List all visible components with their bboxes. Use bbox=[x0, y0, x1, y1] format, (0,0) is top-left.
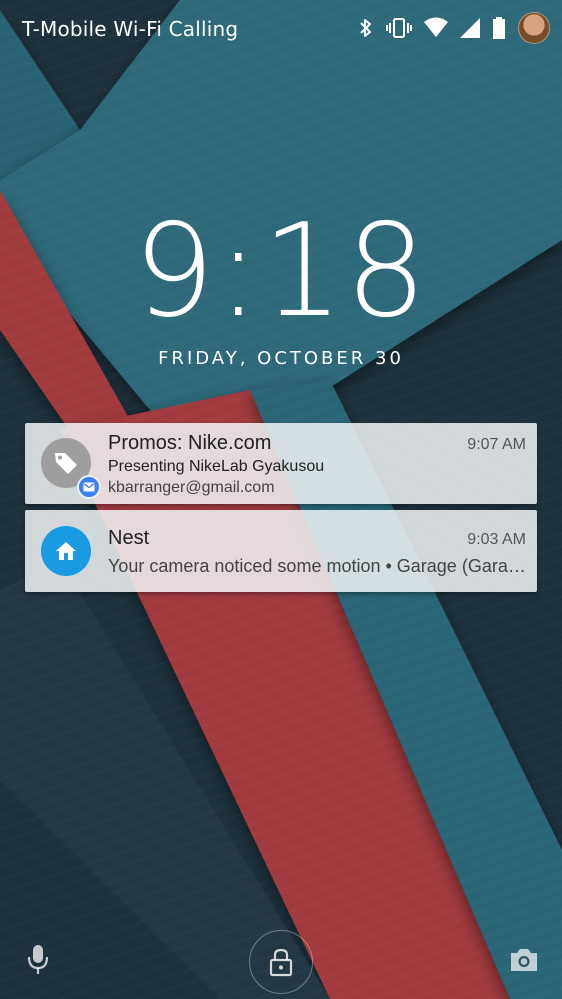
notification-app-icon bbox=[41, 526, 91, 576]
unlock-icon bbox=[269, 948, 293, 977]
mail-badge bbox=[77, 475, 101, 499]
wifi-icon bbox=[424, 17, 448, 37]
carrier-label: T-Mobile Wi-Fi Calling bbox=[22, 17, 239, 41]
notification-title: Nest bbox=[108, 527, 150, 549]
microphone-icon[interactable] bbox=[24, 942, 52, 978]
mail-icon bbox=[83, 482, 95, 492]
notification-promos[interactable]: Promos: Nike.com 9:07 AM Presenting Nike… bbox=[25, 423, 537, 504]
avatar[interactable] bbox=[518, 12, 550, 44]
notification-subject: Presenting NikeLab Gyakusou bbox=[108, 458, 325, 475]
notification-time: 9:07 AM bbox=[467, 436, 526, 453]
unlock-button[interactable] bbox=[249, 930, 313, 994]
notification-time: 9:03 AM bbox=[467, 531, 526, 548]
lockscreen-clock: 9:18 bbox=[133, 197, 429, 346]
notification-account: kbarranger@gmail.com bbox=[108, 479, 275, 496]
lockscreen-date: FRIDAY, OCTOBER 30 bbox=[158, 348, 404, 369]
status-icons bbox=[358, 12, 550, 44]
signal-icon bbox=[460, 18, 480, 38]
vibrate-icon bbox=[386, 18, 412, 38]
notification-message: Your camera noticed some motion • Garage… bbox=[108, 556, 526, 576]
home-icon bbox=[56, 542, 76, 560]
camera-icon[interactable] bbox=[508, 946, 540, 974]
battery-icon bbox=[493, 17, 505, 39]
tag-icon bbox=[55, 453, 77, 474]
bluetooth-icon bbox=[360, 19, 371, 37]
notification-title: Promos: Nike.com bbox=[108, 432, 272, 454]
status-bar: T-Mobile Wi-Fi Calling bbox=[0, 0, 562, 56]
notification-nest[interactable]: Nest 9:03 AM Your camera noticed some mo… bbox=[25, 510, 537, 592]
